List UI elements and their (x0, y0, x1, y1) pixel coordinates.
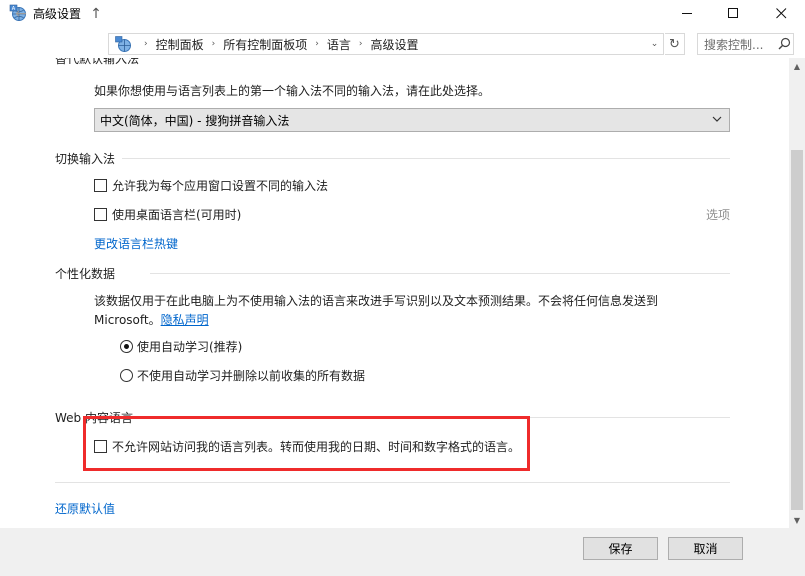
breadcrumb-separator: › (211, 39, 216, 49)
chevron-down-icon: ⌄ (650, 39, 659, 49)
close-icon (775, 8, 786, 19)
change-hotkeys-link[interactable]: 更改语言栏热键 (94, 235, 178, 252)
section-title-personalization: 个性化数据 (55, 267, 116, 281)
arrow-right-icon: → (42, 6, 54, 22)
scroll-down-button[interactable]: ▼ (789, 512, 805, 528)
arrow-up-icon: ↑ (90, 6, 102, 22)
breadcrumb-separator: › (144, 39, 148, 49)
chevron-down-icon: ⌄ (71, 8, 81, 20)
maximize-button[interactable] (710, 0, 756, 27)
input-method-selected-value: 中文(简体，中国) - 搜狗拼音输入法 (100, 113, 290, 128)
privacy-statement-link[interactable]: 隐私声明 (161, 313, 209, 327)
arrow-left-icon: ← (15, 6, 27, 22)
per-app-input-checkbox[interactable] (94, 179, 107, 192)
override-input-description: 如果你想使用与语言列表上的第一个输入法不同的输入法，请在此处选择。 (94, 84, 491, 98)
minimize-icon (681, 13, 692, 14)
scroll-up-button[interactable]: ▲ (789, 58, 805, 74)
no-auto-learning-label: 不使用自动学习并删除以前收集的所有数据 (137, 369, 366, 383)
highlight-annotation (83, 416, 530, 471)
per-app-input-label: 允许我为每个应用窗口设置不同的输入法 (112, 179, 329, 193)
maximize-icon (727, 8, 738, 18)
personalization-description-line2: Microsoft。隐私声明 (94, 311, 209, 328)
up-button[interactable]: ↑ (86, 2, 106, 26)
recent-locations-button[interactable]: ⌄ (66, 2, 86, 26)
address-dropdown-button[interactable]: ⌄ (645, 33, 664, 55)
breadcrumb-separator: › (315, 39, 319, 49)
auto-learning-radio[interactable] (120, 340, 133, 353)
desktop-language-bar-label: 使用桌面语言栏(可用时) (112, 208, 242, 222)
breadcrumb-advanced-settings[interactable]: 高级设置 (370, 36, 418, 53)
section-divider (122, 158, 730, 159)
minimize-button[interactable] (664, 0, 710, 27)
section-title-override-input: 替代默认输入法 (55, 58, 140, 66)
section-title-switch-input: 切换输入法 (55, 152, 116, 166)
desktop-language-bar-checkbox[interactable] (94, 208, 107, 221)
forward-button[interactable]: → (38, 2, 58, 26)
input-method-select[interactable]: 中文(简体，中国) - 搜狗拼音输入法 (94, 108, 730, 132)
chevron-down-icon (712, 116, 722, 122)
microsoft-label: Microsoft。 (94, 313, 161, 327)
breadcrumb-separator: › (358, 39, 363, 49)
breadcrumb-all-items[interactable]: 所有控制面板项 (223, 36, 307, 53)
breadcrumb-language[interactable]: 语言 (327, 36, 351, 53)
options-link[interactable]: 选项 (706, 206, 730, 223)
section-divider (150, 273, 730, 274)
triangle-up-icon: ▲ (793, 61, 801, 71)
triangle-down-icon: ▼ (793, 515, 801, 525)
refresh-button[interactable]: ↻ (665, 33, 685, 55)
close-button[interactable] (758, 0, 804, 27)
refresh-icon: ↻ (669, 36, 680, 52)
back-button[interactable]: ← (11, 2, 31, 26)
no-auto-learning-radio[interactable] (120, 369, 133, 382)
save-button[interactable]: 保存 (583, 537, 658, 560)
address-bar[interactable]: › 控制面板 › 所有控制面板项 › 语言 › 高级设置 (108, 33, 664, 55)
breadcrumb-control-panel[interactable]: 控制面板 (156, 36, 204, 53)
restore-defaults-link[interactable]: 还原默认值 (55, 500, 115, 517)
auto-learning-label: 使用自动学习(推荐) (137, 340, 243, 354)
section-divider (55, 482, 730, 483)
scrollbar-thumb[interactable] (791, 150, 803, 510)
personalization-description: 该数据仅用于在此电脑上为不使用输入法的语言来改进手写识别以及文本预测结果。不会将… (94, 294, 659, 308)
search-placeholder: 搜索控制... (704, 37, 764, 52)
settings-content: 替代默认输入法 如果你想使用与语言列表上的第一个输入法不同的输入法，请在此处选择… (0, 58, 789, 528)
search-icon[interactable] (778, 37, 791, 50)
cancel-button[interactable]: 取消 (668, 537, 743, 560)
control-panel-icon (115, 35, 131, 52)
